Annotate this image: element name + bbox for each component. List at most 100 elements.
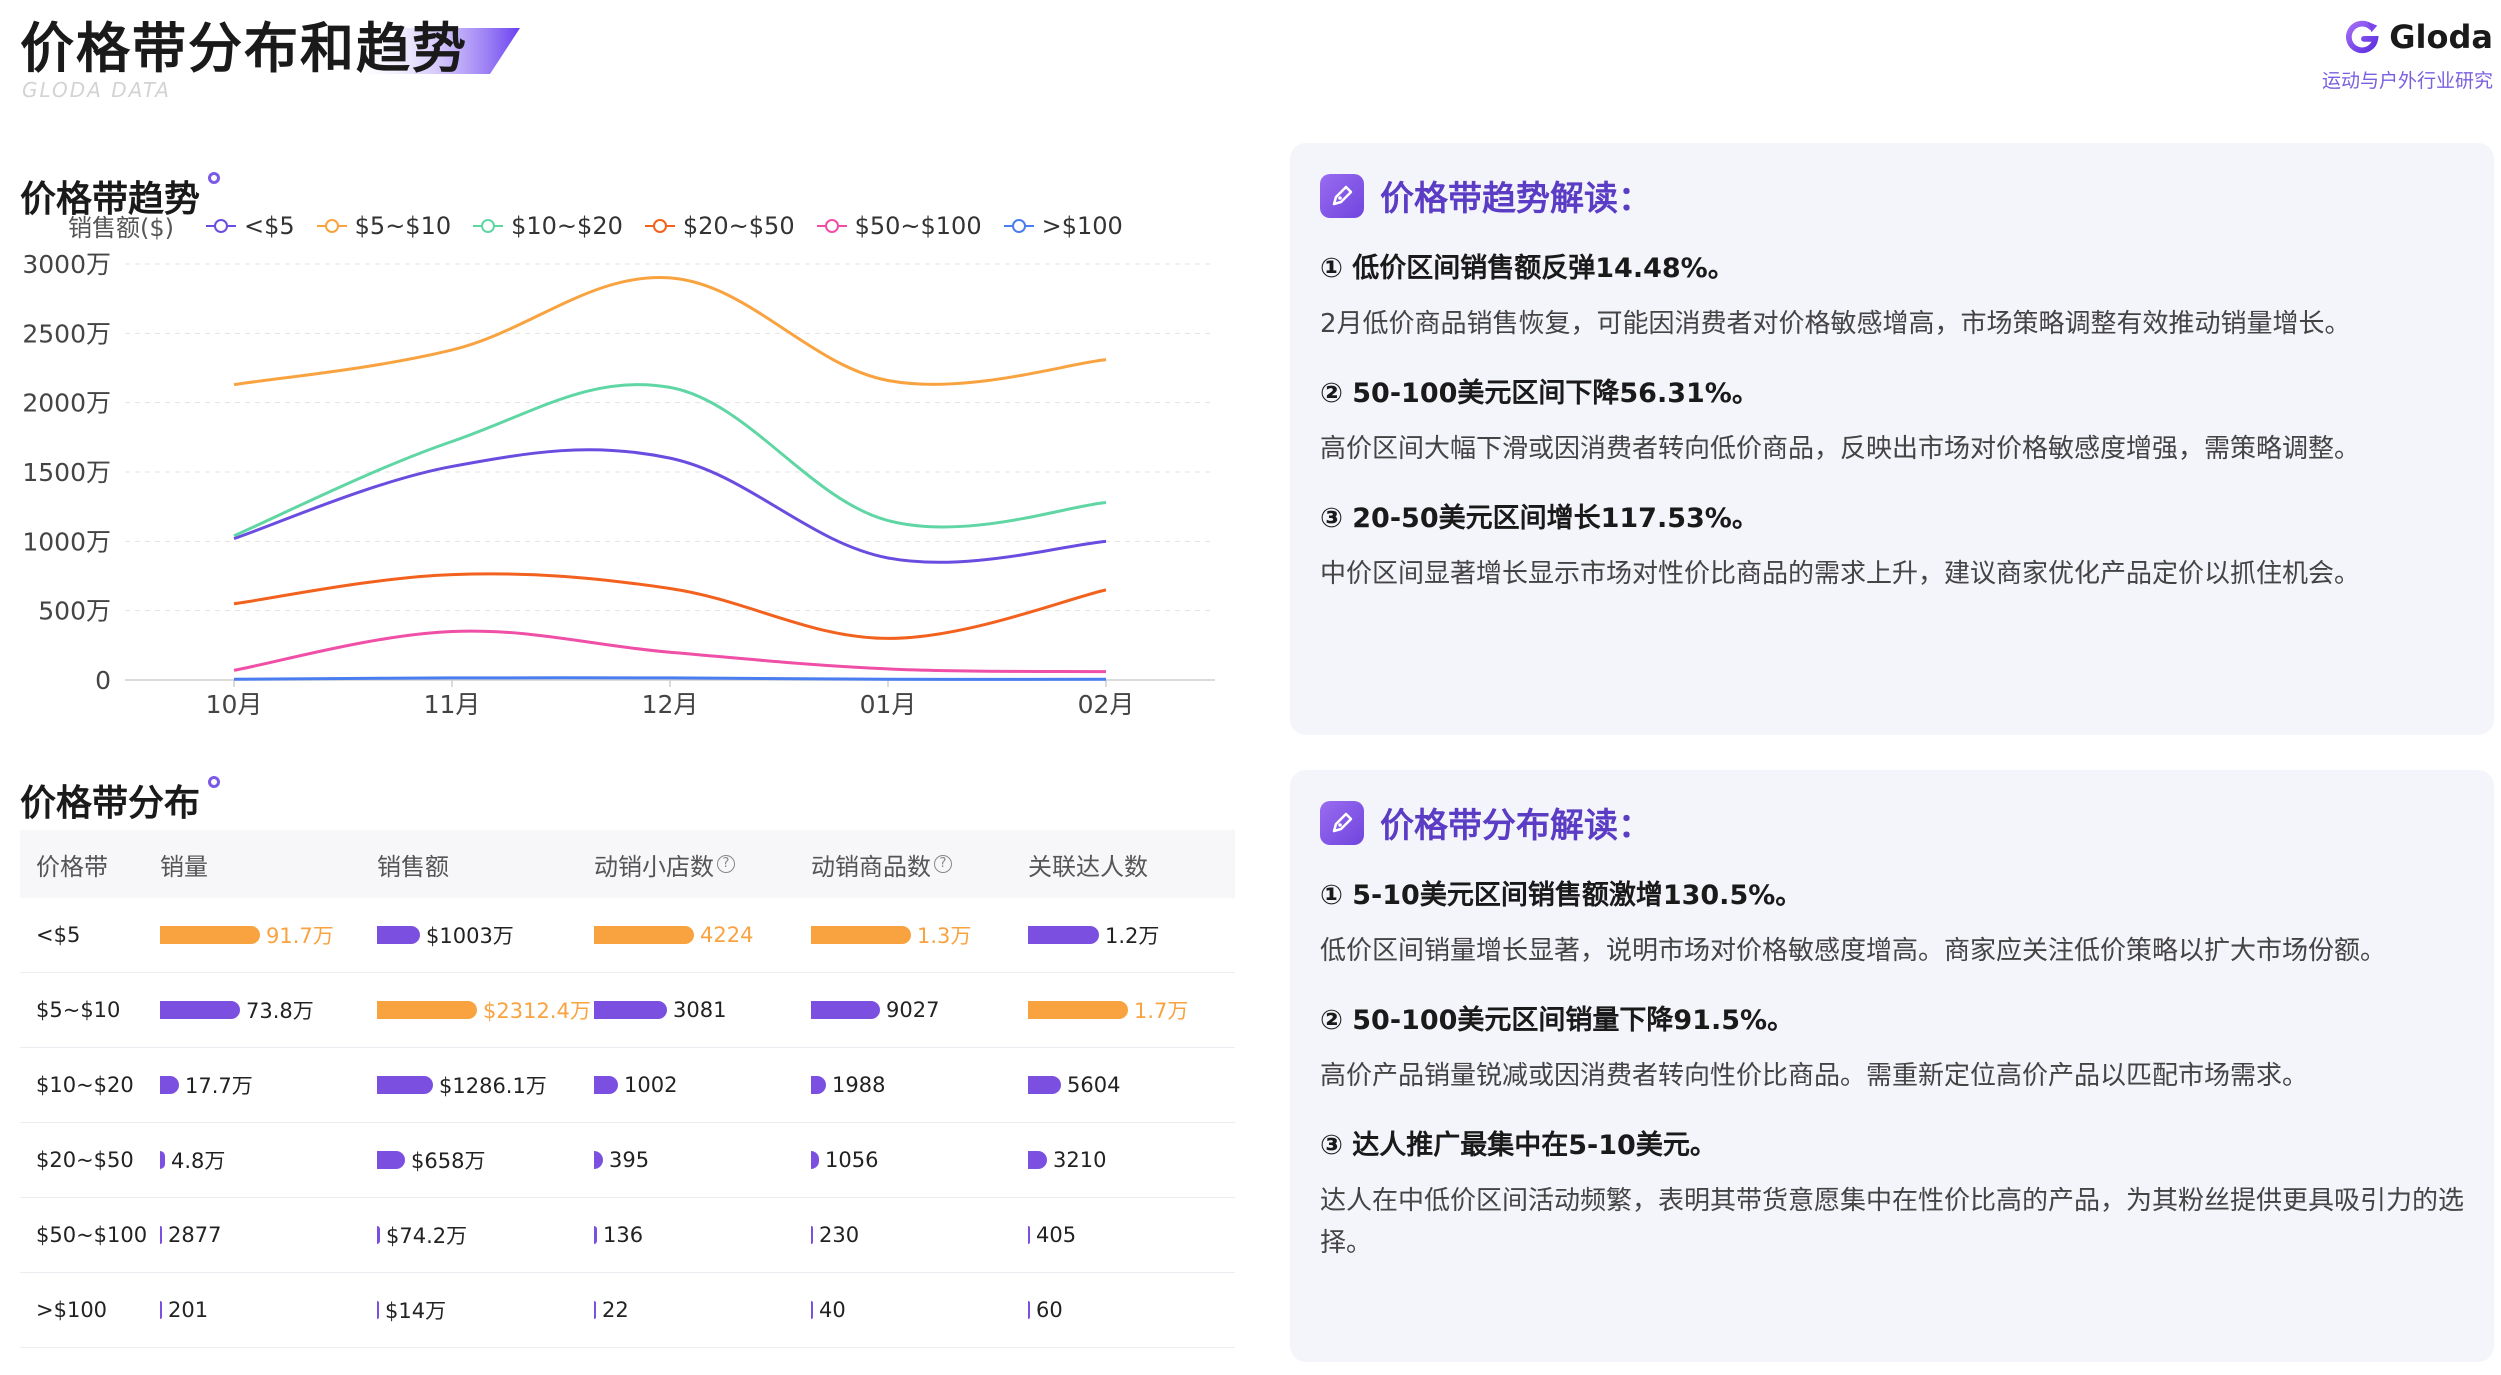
metric-bar [1028, 1076, 1061, 1094]
help-icon[interactable]: ? [934, 855, 952, 873]
metric-cell: 73.8万 [160, 995, 377, 1025]
trend-insight-card: 价格带趋势解读： ① 低价区间销售额反弹14.48%。 2月低价商品销售恢复，可… [1290, 143, 2494, 735]
metric-bar [377, 1001, 477, 1019]
metric-bar [811, 1076, 826, 1094]
price-band-cell: $50~$100 [36, 1223, 148, 1247]
title-dot-icon [208, 172, 221, 184]
price-band-cell: <$5 [36, 923, 81, 947]
dist-point-title: ③ 达人推广最集中在5-10美元。 [1320, 1130, 1717, 1161]
brand-name: Gloda [2389, 18, 2493, 56]
dist-point-body: 低价区间销量增长显著，说明市场对价格敏感度增高。商家应关注低价策略以扩大市场份额… [1320, 936, 2387, 966]
metric-value: 4.8万 [171, 1149, 226, 1173]
legend-marker-icon [1003, 218, 1034, 234]
header-active-shops: 动销小店数? [594, 847, 811, 882]
pen-icon [1320, 173, 1364, 218]
legend-item[interactable]: >$100 [1003, 211, 1123, 240]
metric-cell: 1.7万 [1028, 995, 1235, 1025]
dist-point-title: ② 50-100美元区间销量下降91.5%。 [1320, 1005, 1795, 1036]
metric-value: 17.7万 [185, 1074, 253, 1098]
table-body: <$5 91.7万 $1003万 4224 1.3万 1.2万 $5~$10 73.8万 $23… [20, 898, 1235, 1348]
help-icon[interactable]: ? [717, 855, 735, 873]
metric-bar [594, 926, 694, 944]
x-tick-label: 01月 [860, 690, 917, 719]
legend-marker-icon [473, 218, 504, 234]
trend-point-title: ① 低价区间销售额反弹14.48%。 [1320, 253, 1735, 284]
table-row: <$5 91.7万 $1003万 4224 1.3万 1.2万 [20, 898, 1235, 973]
metric-bar [377, 1076, 433, 1094]
legend-marker-icon [816, 218, 847, 234]
brand-subtitle: 运动与户外行业研究 [2321, 70, 2493, 92]
header-label: 动销小店数 [594, 852, 714, 881]
metric-bar [1028, 1151, 1047, 1169]
header-label: 动销商品数 [811, 852, 931, 881]
metric-cell: $14万 [377, 1295, 594, 1325]
metric-bar [1028, 1001, 1128, 1019]
legend-item[interactable]: $20~$50 [644, 211, 795, 240]
metric-value: $2312.4万 [483, 999, 591, 1023]
y-tick-label: 2000万 [22, 389, 111, 418]
metric-bar [160, 1226, 162, 1244]
metric-bar [377, 1226, 380, 1244]
dist-point-body: 高价产品销量锐减或因消费者转向性价比商品。需重新定位高价产品以匹配市场需求。 [1320, 1061, 2309, 1091]
metric-bar [811, 1151, 819, 1169]
metric-cell: 4224 [594, 923, 811, 947]
metric-value: 5604 [1067, 1073, 1121, 1097]
y-tick-label: 1000万 [22, 527, 111, 556]
header-price-band: 价格带 [20, 847, 160, 882]
metric-value: 395 [609, 1148, 650, 1172]
metric-bar [811, 1301, 813, 1319]
metric-cell: $1003万 [377, 920, 594, 950]
metric-cell: 201 [160, 1298, 377, 1322]
legend-item[interactable]: <$5 [206, 212, 295, 240]
table-row: >$100 201 $14万 22 40 60 [20, 1273, 1235, 1348]
metric-cell: 60 [1028, 1298, 1235, 1322]
series-line [233, 448, 1107, 564]
y-tick-label: 1500万 [22, 458, 111, 487]
metric-value: 91.7万 [266, 924, 334, 948]
legend-item[interactable]: $50~$100 [816, 212, 982, 240]
metric-bar [377, 1301, 379, 1319]
metric-value: 2877 [168, 1223, 222, 1247]
header-label: 销量 [160, 852, 208, 881]
metric-value: $1003万 [426, 924, 514, 948]
legend-marker-icon [644, 218, 675, 234]
metric-bar [1028, 1226, 1030, 1244]
legend-label: >$100 [1041, 211, 1123, 240]
metric-value: 73.8万 [246, 999, 314, 1023]
legend-label: $20~$50 [682, 211, 795, 240]
metric-cell: 1002 [594, 1073, 811, 1097]
legend-item[interactable]: $10~$20 [473, 212, 623, 240]
metric-cell: 3210 [1028, 1148, 1235, 1172]
metric-value: 1056 [825, 1148, 879, 1172]
metric-value: 4224 [700, 923, 754, 947]
metric-value: 1.2万 [1105, 924, 1160, 948]
header-label: 价格带 [36, 852, 108, 881]
metric-cell: 1988 [811, 1073, 1028, 1097]
table-header: 价格带 销量 销售额 动销小店数? 动销商品数? 关联达人数 [20, 830, 1235, 898]
metric-bar [811, 1226, 813, 1244]
y-tick-label: 0 [95, 666, 111, 695]
metric-value: 1.7万 [1134, 999, 1189, 1023]
metric-cell: 405 [1028, 1223, 1235, 1247]
x-tick-label: 02月 [1078, 690, 1135, 719]
metric-value: $74.2万 [386, 1224, 468, 1248]
metric-value: 3210 [1053, 1148, 1107, 1172]
chart-legend: 销售额($) <$5 $5~$10 $10~$20 $20~$50 $50~$100 >$… [68, 208, 1123, 243]
price-band-cell: $10~$20 [36, 1073, 134, 1097]
dist-section-title: 价格带分布 [20, 774, 221, 826]
metric-value: 1002 [624, 1073, 678, 1097]
legend-item[interactable]: $5~$10 [316, 212, 451, 240]
metric-bar [160, 1301, 162, 1319]
metric-cell: 3081 [594, 998, 811, 1022]
metric-cell: 1056 [811, 1148, 1028, 1172]
header-label: 关联达人数 [1028, 852, 1148, 881]
price-band-trend-chart: 0 500万 1000万 1500万 2000万 2500万 3000万 10月 11月 12月 0… [22, 250, 1215, 719]
metric-bar [1028, 926, 1099, 944]
metric-value: $658万 [411, 1149, 486, 1173]
table-row: $5~$10 73.8万 $2312.4万 3081 9027 1.7万 [20, 973, 1235, 1048]
series-line [233, 383, 1107, 538]
metric-value: 405 [1036, 1223, 1077, 1247]
series-line [233, 276, 1107, 387]
metric-bar [594, 1076, 618, 1094]
metric-cell: $2312.4万 [377, 995, 594, 1025]
